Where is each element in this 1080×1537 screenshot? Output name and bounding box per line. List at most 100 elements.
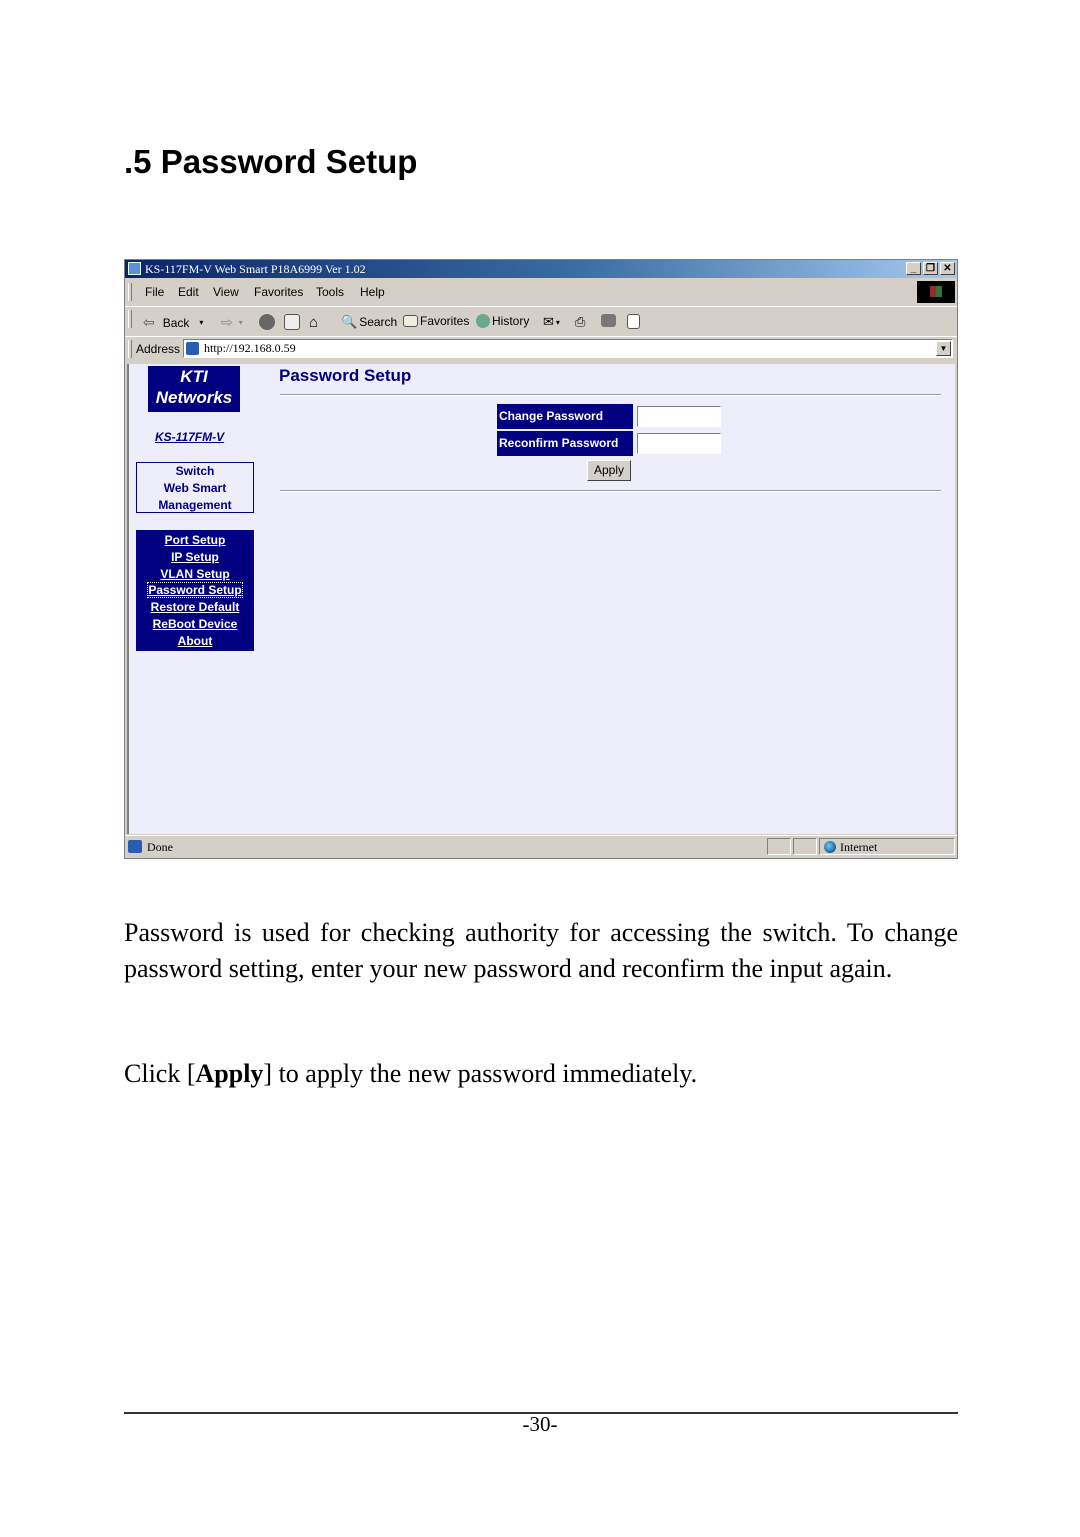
ie-app-icon	[128, 262, 141, 275]
favorites-label: Favorites	[420, 314, 470, 328]
back-dropdown-icon[interactable]: ▾	[199, 318, 203, 327]
nav-menu: Port Setup IP Setup VLAN Setup Password …	[136, 530, 254, 651]
favorites-icon	[403, 315, 418, 327]
address-url: http://192.168.0.59	[204, 341, 296, 355]
status-bar: Done Internet	[125, 835, 957, 858]
search-label: Search	[359, 315, 398, 329]
addressbar-grip[interactable]	[128, 340, 132, 358]
page-number: -30-	[522, 1412, 558, 1436]
print-icon: ⎙	[575, 314, 586, 329]
windows-logo-icon	[917, 281, 955, 303]
nav-about[interactable]: About	[136, 633, 254, 650]
nav-label: About	[177, 633, 213, 648]
nav-label: Port Setup	[164, 533, 226, 547]
page-heading: Password Setup	[279, 366, 412, 385]
forward-dropdown-icon[interactable]: ▾	[239, 318, 243, 327]
logo-line-2: Networks	[155, 388, 233, 407]
address-bar: Address http://192.168.0.59 ▼	[125, 336, 957, 361]
ie-status-icon	[128, 840, 142, 853]
reconfirm-password-label: Reconfirm Password	[497, 431, 633, 456]
change-password-input[interactable]	[637, 406, 721, 427]
nav-restore-default[interactable]: Restore Default	[136, 599, 254, 616]
toolbar-grip[interactable]	[128, 310, 132, 328]
bottom-divider	[280, 490, 941, 492]
search-button[interactable]: 🔍 Search	[341, 314, 397, 330]
address-label: Address	[136, 342, 181, 356]
nav-label: Password Setup	[147, 582, 243, 599]
forward-arrow-icon: ⇨	[221, 314, 233, 330]
favorites-button[interactable]: Favorites	[403, 314, 469, 328]
nav-label: IP Setup	[171, 549, 219, 564]
menu-file[interactable]: File	[145, 285, 164, 299]
description-paragraph: Password is used for checking authority …	[124, 918, 958, 983]
change-password-label: Change Password	[497, 404, 633, 429]
section-title: .5 Password Setup	[124, 143, 418, 180]
nav-ip-setup[interactable]: IP Setup	[136, 549, 254, 566]
menu-bar: File Edit View Favorites Tools Help	[125, 280, 957, 304]
zone-text: Internet	[840, 840, 878, 854]
history-button[interactable]: History	[476, 314, 529, 328]
home-button[interactable]: ⌂	[309, 314, 318, 331]
forward-button[interactable]: ⇨ ▾	[221, 314, 243, 331]
logo-line-1: KTI	[180, 367, 208, 386]
address-input[interactable]: http://192.168.0.59 ▼	[183, 339, 953, 358]
model-link[interactable]: KS-117FM-V	[155, 430, 224, 444]
back-button[interactable]: ⇦ Back ▾	[143, 314, 203, 331]
instruction-suffix: ] to apply the new password immediately.	[263, 1059, 698, 1088]
minimize-button[interactable]: _	[906, 262, 921, 275]
menu-help[interactable]: Help	[360, 285, 385, 299]
instruction-paragraph: Click [Apply] to apply the new password …	[124, 1056, 958, 1092]
menu-view[interactable]: View	[213, 285, 239, 299]
nav-reboot-device[interactable]: ReBoot Device	[136, 616, 254, 633]
nav-password-setup[interactable]: Password Setup	[136, 582, 254, 599]
close-button[interactable]: ✕	[940, 262, 955, 275]
browser-window: KS-117FM-V Web Smart P18A6999 Ver 1.02 _…	[124, 259, 958, 859]
menu-favorites[interactable]: Favorites	[254, 285, 303, 299]
history-label: History	[492, 314, 530, 328]
mgmt-line-1: Switch	[175, 464, 215, 478]
status-pane-1	[767, 838, 791, 855]
nav-label: ReBoot Device	[152, 616, 238, 631]
home-icon: ⌂	[309, 314, 319, 331]
toolbar: ⇦ Back ▾ ⇨ ▾ ⌂ 🔍 Search Favorites Histor…	[125, 306, 957, 335]
print-button[interactable]: ⎙	[575, 314, 585, 330]
mgmt-line-2: Web Smart	[163, 481, 227, 495]
menubar-grip[interactable]	[128, 283, 132, 301]
zone-pane: Internet	[819, 838, 955, 855]
discuss-button[interactable]	[627, 314, 640, 329]
menu-tools[interactable]: Tools	[316, 285, 344, 299]
address-dropdown-button[interactable]: ▼	[936, 341, 951, 356]
mail-button[interactable]: ✉ ▾	[543, 314, 560, 330]
apply-button[interactable]: Apply	[587, 460, 631, 481]
stop-icon	[259, 314, 275, 330]
instruction-apply-bold: Apply	[195, 1059, 264, 1088]
status-pane-2	[793, 838, 817, 855]
refresh-button[interactable]	[284, 314, 300, 330]
instruction-prefix: Click [	[124, 1059, 196, 1088]
nav-port-setup[interactable]: Port Setup	[136, 532, 254, 549]
management-title-box: Switch Web Smart Management	[136, 462, 254, 513]
nav-label: VLAN Setup	[160, 566, 230, 581]
mail-icon: ✉	[543, 314, 554, 329]
nav-label: Restore Default	[150, 600, 240, 615]
kti-logo: KTI Networks	[148, 366, 240, 412]
restore-button[interactable]: ❐	[923, 262, 938, 275]
status-text: Done	[147, 840, 173, 854]
reconfirm-password-input[interactable]	[637, 433, 721, 454]
web-page-content: KTI Networks KS-117FM-V Switch Web Smart…	[127, 364, 955, 834]
title-bar: KS-117FM-V Web Smart P18A6999 Ver 1.02 _…	[125, 260, 957, 278]
top-divider	[280, 394, 941, 396]
back-label: Back	[162, 315, 190, 330]
globe-icon	[824, 841, 836, 853]
menu-edit[interactable]: Edit	[178, 285, 199, 299]
stop-button[interactable]	[259, 314, 275, 330]
back-arrow-icon: ⇦	[143, 314, 155, 330]
search-icon: 🔍	[341, 314, 358, 329]
nav-vlan-setup[interactable]: VLAN Setup	[136, 566, 254, 583]
refresh-icon	[284, 314, 300, 330]
edit-icon	[601, 314, 616, 327]
window-title: KS-117FM-V Web Smart P18A6999 Ver 1.02	[145, 262, 366, 276]
mail-dropdown-icon: ▾	[555, 317, 560, 327]
edit-button[interactable]	[601, 314, 616, 327]
discuss-icon	[627, 314, 640, 329]
